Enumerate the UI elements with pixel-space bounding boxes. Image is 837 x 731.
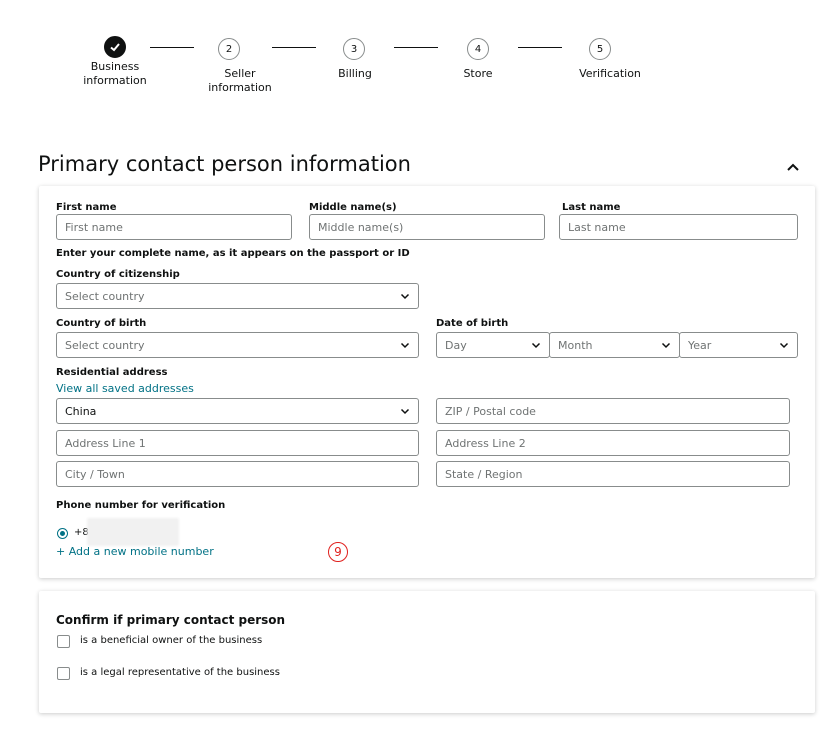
chevron-down-icon <box>400 342 410 349</box>
state-region-input[interactable]: State / Region <box>436 461 790 487</box>
zip-code-input[interactable]: ZIP / Postal code <box>436 398 790 424</box>
phone-radio-selected[interactable] <box>57 528 68 539</box>
step-1-complete-circle <box>104 36 126 58</box>
step-4-label: Store <box>463 67 493 80</box>
phone-verification-label: Phone number for verification <box>56 500 226 511</box>
legal-representative-checkbox[interactable] <box>57 667 70 680</box>
birth-year-select[interactable]: Year <box>679 332 798 358</box>
chevron-down-icon <box>779 342 789 349</box>
confirm-title: Confirm if primary contact person <box>56 613 286 627</box>
chevron-down-icon <box>661 342 671 349</box>
address-country-select[interactable]: China <box>56 398 419 424</box>
step-2-circle: 2 <box>218 38 240 60</box>
country-of-birth-select[interactable]: Select country <box>56 332 419 358</box>
beneficial-owner-checkbox[interactable] <box>57 635 70 648</box>
country-of-birth-label: Country of birth <box>56 318 147 329</box>
residential-address-label: Residential address <box>56 367 168 378</box>
last-name-input[interactable]: Last name <box>559 214 798 240</box>
step-connector <box>394 47 438 48</box>
citizenship-select[interactable]: Select country <box>56 283 419 309</box>
birth-month-select[interactable]: Month <box>549 332 680 358</box>
chevron-down-icon <box>531 342 541 349</box>
address-line-2-input[interactable]: Address Line 2 <box>436 430 790 456</box>
redacted-phone-number <box>87 518 179 546</box>
step-3-label: Billing <box>338 67 372 80</box>
progress-stepper: Business information 2 Seller informatio… <box>0 0 837 110</box>
chevron-down-icon <box>400 293 410 300</box>
view-saved-addresses-link[interactable]: View all saved addresses <box>56 382 194 395</box>
middle-name-label: Middle name(s) <box>309 202 397 213</box>
first-name-label: First name <box>56 202 117 213</box>
birth-day-select[interactable]: Day <box>436 332 550 358</box>
citizenship-label: Country of citizenship <box>56 269 180 280</box>
step-5-label: Verification <box>579 67 641 80</box>
legal-representative-label: is a legal representative of the busines… <box>80 667 280 678</box>
name-hint: Enter your complete name, as it appears … <box>56 248 410 259</box>
city-input[interactable]: City / Town <box>56 461 419 487</box>
beneficial-owner-label: is a beneficial owner of the business <box>80 635 263 646</box>
add-mobile-number-link[interactable]: + Add a new mobile number <box>56 545 214 558</box>
step-connector <box>518 47 562 48</box>
middle-name-input[interactable]: Middle name(s) <box>309 214 545 240</box>
step-3-circle: 3 <box>343 38 365 60</box>
address-line-1-input[interactable]: Address Line 1 <box>56 430 419 456</box>
section-title: Primary contact person information <box>38 152 411 176</box>
primary-contact-card: First name First name Middle name(s) Mid… <box>39 186 815 578</box>
chevron-down-icon <box>400 408 410 415</box>
last-name-label: Last name <box>562 202 621 213</box>
check-icon <box>110 43 120 52</box>
step-4-circle: 4 <box>467 38 489 60</box>
step-connector <box>150 47 194 48</box>
first-name-input[interactable]: First name <box>56 214 292 240</box>
step-5-circle: 5 <box>589 38 611 60</box>
confirm-contact-card: Confirm if primary contact person is a b… <box>39 591 815 713</box>
annotation-marker: 9 <box>328 542 348 562</box>
step-connector <box>272 47 316 48</box>
date-of-birth-label: Date of birth <box>436 318 509 329</box>
step-2-label: Seller information <box>208 67 272 94</box>
chevron-up-icon[interactable] <box>786 160 800 174</box>
step-1-label: Business information <box>83 60 147 87</box>
